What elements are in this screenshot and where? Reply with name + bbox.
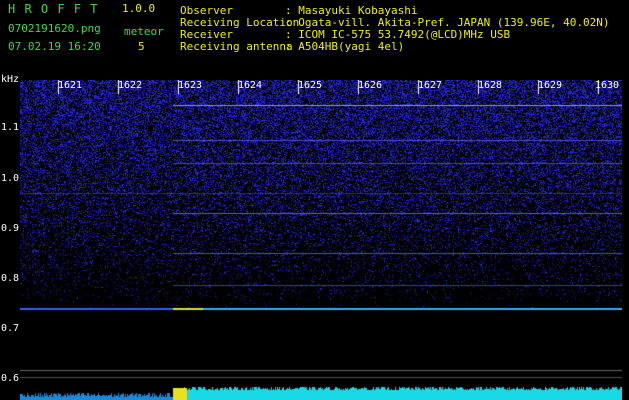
app-brand: H R O F F T xyxy=(8,2,99,16)
y-tick-label: 0.7 xyxy=(1,323,20,334)
y-tick-label: 0.9 xyxy=(1,223,20,234)
x-tick-label: 1626 xyxy=(358,80,383,91)
file-name: 0702191620.png xyxy=(8,22,101,35)
y-tick-label: 0.8 xyxy=(1,273,20,284)
y-tick-label: 1.1 xyxy=(1,122,20,133)
info-value-antenna: : A504HB(yagi 4el) xyxy=(285,40,405,53)
meteor-label: meteor xyxy=(124,25,164,38)
y-tick-label: 0.6 xyxy=(1,373,20,384)
info-key-antenna: Receiving antenna xyxy=(180,40,293,53)
y-axis-unit: kHz xyxy=(1,74,20,85)
x-tick-label: 1629 xyxy=(538,80,563,91)
x-tick-label: 1622 xyxy=(118,80,143,91)
y-tick-label: 1.0 xyxy=(1,173,20,184)
meteor-count: 5 xyxy=(138,40,145,53)
x-tick-label: 1630 xyxy=(595,80,620,91)
spectrogram-plot xyxy=(20,80,622,400)
app-version: 1.0.0 xyxy=(122,2,156,15)
x-tick-label: 1623 xyxy=(178,80,203,91)
x-tick-label: 1625 xyxy=(298,80,323,91)
x-tick-label: 1624 xyxy=(238,80,263,91)
timestamp: 07.02.19 16:20 xyxy=(8,40,101,53)
x-tick-label: 1628 xyxy=(478,80,503,91)
x-tick-label: 1621 xyxy=(58,80,83,91)
x-tick-label: 1627 xyxy=(418,80,443,91)
